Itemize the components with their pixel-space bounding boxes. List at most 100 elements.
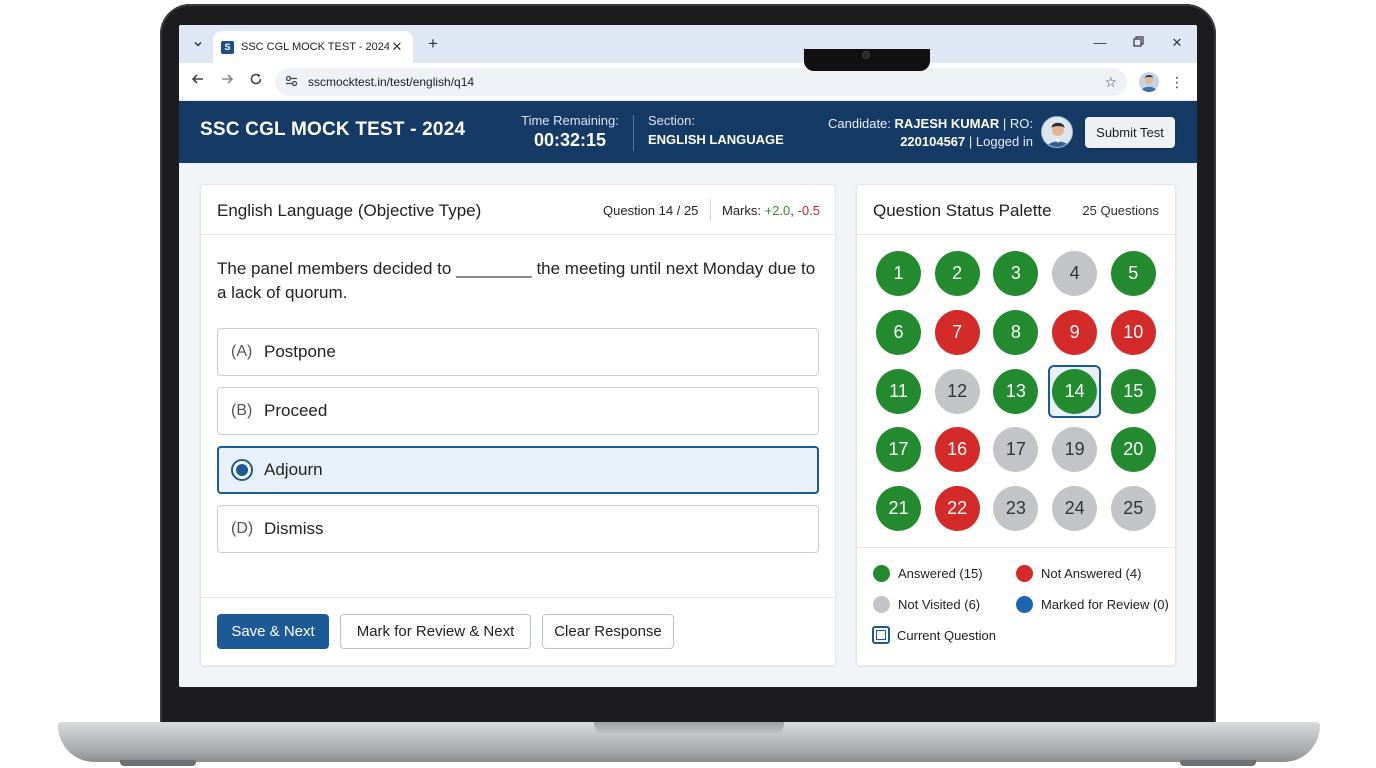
palette-count: 25 Questions xyxy=(1082,203,1159,218)
palette-question-11[interactable]: 11 xyxy=(876,368,921,414)
palette-question-3[interactable]: 3 xyxy=(993,251,1039,296)
marks-separator: , xyxy=(790,203,794,218)
palette-question-7[interactable]: 7 xyxy=(934,309,980,355)
tab-title: SSC CGL MOCK TEST - 2024 xyxy=(241,41,389,53)
plus-icon[interactable]: + xyxy=(423,33,443,55)
close-icon[interactable]: ✕ xyxy=(389,39,405,55)
palette-question-1[interactable]: 1 xyxy=(876,251,921,296)
not-answered-dot-icon xyxy=(1016,565,1033,582)
save-next-button[interactable]: Save & Next xyxy=(217,614,329,649)
avatar xyxy=(1041,116,1073,148)
browser-tab[interactable]: S SSC CGL MOCK TEST - 2024 ✕ xyxy=(213,31,413,63)
option-letter: (A) xyxy=(231,343,253,360)
question-marks: Marks: +2.0, -0.5 xyxy=(722,203,820,218)
legend-not-answered: Not Answered (4) xyxy=(1016,565,1141,582)
header-divider xyxy=(633,115,634,151)
site-favicon-icon: S xyxy=(221,40,234,54)
palette-question-21[interactable]: 21 xyxy=(876,486,921,532)
palette-question-15[interactable]: 15 xyxy=(1110,368,1156,414)
legend-current: Current Question xyxy=(872,626,996,644)
camera-icon xyxy=(862,51,870,59)
palette-question-6[interactable]: 6 xyxy=(876,309,921,355)
legend-label: Marked for Review (0) xyxy=(1041,597,1169,612)
browser-profile-icon[interactable] xyxy=(1139,72,1159,92)
laptop-foot-right xyxy=(1180,760,1256,766)
address-bar[interactable]: sscmocktest.in/test/english/q14 ☆ xyxy=(275,68,1127,96)
palette-question-17[interactable]: 16 xyxy=(934,427,980,473)
timer-label: Time Remaining: xyxy=(521,113,619,128)
legend-label: Not Answered (4) xyxy=(1041,566,1142,581)
palette-question-10[interactable]: 10 xyxy=(1110,309,1156,355)
browser-toolbar: sscmocktest.in/test/english/q14 ☆ ⋮ xyxy=(179,63,1197,101)
legend-label: Answered (15) xyxy=(898,566,983,581)
submit-test-button[interactable]: Submit Test xyxy=(1085,117,1175,148)
laptop-base-notch xyxy=(594,722,784,735)
kebab-icon[interactable]: ⋮ xyxy=(1169,72,1185,92)
option-text: Postpone xyxy=(264,342,336,361)
star-icon[interactable]: ☆ xyxy=(1104,74,1117,91)
palette-question-12[interactable]: 12 xyxy=(934,368,980,414)
marked-review-dot-icon xyxy=(1016,596,1033,613)
clear-response-button[interactable]: Clear Response xyxy=(542,614,674,649)
app-header: SSC CGL MOCK TEST - 2024 Time Remaining:… xyxy=(179,101,1197,163)
question-text: The panel members decided to ________ th… xyxy=(217,259,816,302)
question-header-divider xyxy=(710,199,711,221)
palette-question-2[interactable]: 2 xyxy=(934,251,980,296)
timer-value: 00:32:15 xyxy=(533,130,607,150)
legend-answered: Answered (15) xyxy=(873,565,983,582)
palette-divider xyxy=(857,547,1175,548)
arrow-right-icon[interactable] xyxy=(217,72,237,92)
answered-dot-icon xyxy=(873,565,890,582)
current-question-box-icon xyxy=(872,626,890,644)
candidate-name: RAJESH KUMAR xyxy=(894,116,1000,131)
candidate-info: Candidate: RAJESH KUMAR | RO: 220104567 … xyxy=(819,115,1033,151)
option-c[interactable]: Adjourn xyxy=(217,446,819,494)
palette-question-19[interactable]: 19 xyxy=(1052,427,1098,473)
page-title: SSC CGL MOCK TEST - 2024 xyxy=(200,119,466,140)
palette-question-18[interactable]: 17 xyxy=(993,427,1039,473)
legend-not-visited: Not Visited (6) xyxy=(873,596,980,613)
option-text: Proceed xyxy=(264,401,328,420)
palette-question-8[interactable]: 8 xyxy=(993,309,1039,355)
restore-icon[interactable] xyxy=(1128,35,1148,50)
roll-number: 220104567 xyxy=(900,134,966,149)
screen: S SSC CGL MOCK TEST - 2024 ✕ + — ✕ sscmo… xyxy=(179,25,1197,687)
palette-question-25[interactable]: 25 xyxy=(1110,486,1156,532)
camera-notch xyxy=(804,49,930,71)
marks-negative: -0.5 xyxy=(797,203,820,218)
legend-label: Current Question xyxy=(897,627,996,643)
palette-question-5[interactable]: 5 xyxy=(1110,251,1156,296)
url-text: sscmocktest.in/test/english/q14 xyxy=(308,75,475,89)
option-d[interactable]: (D) Dismiss xyxy=(217,505,819,553)
option-a[interactable]: (A) Postpone xyxy=(217,328,819,376)
timer: Time Remaining: 00:32:15 xyxy=(517,113,623,151)
palette-question-13[interactable]: 13 xyxy=(993,368,1039,414)
chevron-down-icon[interactable] xyxy=(187,33,209,55)
section-label: Section: xyxy=(648,113,695,128)
window-close-icon[interactable]: ✕ xyxy=(1167,35,1187,51)
palette-question-14[interactable]: 14 xyxy=(1052,368,1098,414)
radio-selected-icon[interactable] xyxy=(231,459,253,481)
mark-review-button[interactable]: Mark for Review & Next xyxy=(340,614,531,649)
option-b[interactable]: (B) Proceed xyxy=(217,387,819,435)
candidate-prefix: Candidate: xyxy=(828,116,891,131)
palette-question-16[interactable]: 17 xyxy=(876,427,921,473)
minimize-icon[interactable]: — xyxy=(1090,35,1110,50)
palette-question-23[interactable]: 23 xyxy=(993,486,1039,532)
marks-label: Marks: xyxy=(722,203,761,218)
roll-prefix: | RO: xyxy=(1002,116,1033,131)
login-status: | Logged in xyxy=(968,134,1033,149)
not-visited-dot-icon xyxy=(873,596,890,613)
marks-positive: +2.0 xyxy=(764,203,791,218)
palette-question-20[interactable]: 20 xyxy=(1110,427,1156,473)
option-text: Dismiss xyxy=(264,519,324,538)
palette-question-22[interactable]: 22 xyxy=(934,486,980,532)
section-value: ENGLISH LANGUAGE xyxy=(648,132,784,147)
option-letter: (D) xyxy=(231,520,254,537)
tune-icon[interactable] xyxy=(285,75,298,90)
palette-question-9[interactable]: 9 xyxy=(1052,309,1098,355)
palette-question-24[interactable]: 24 xyxy=(1052,486,1098,532)
palette-question-4[interactable]: 4 xyxy=(1052,251,1098,296)
reload-icon[interactable] xyxy=(246,72,266,92)
arrow-left-icon[interactable] xyxy=(188,72,208,92)
